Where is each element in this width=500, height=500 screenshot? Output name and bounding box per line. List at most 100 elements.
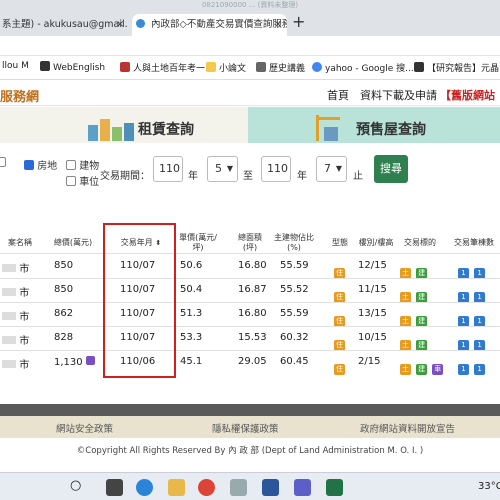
cell-unit-price: 50.6	[180, 260, 203, 271]
bookmark-icon	[256, 62, 266, 72]
to-year-input[interactable]: 110	[261, 156, 291, 182]
cell-total: 1,130	[54, 356, 95, 368]
rental-query-label: 租賃查詢	[138, 122, 194, 138]
close-icon[interactable]: ×	[274, 14, 282, 36]
cell-total: 862	[54, 308, 74, 319]
header-name[interactable]: 案名稱	[0, 238, 40, 248]
close-icon[interactable]: ×	[116, 14, 124, 36]
site-header: 服務網 首頁 資料下載及申請 【舊版網站	[0, 80, 500, 106]
bookmark-icon	[414, 62, 424, 72]
header-target: 交易標的	[404, 238, 436, 247]
cell-unit-price: 50.4	[180, 284, 203, 295]
file-explorer-icon[interactable]	[168, 479, 185, 496]
webenglish-icon	[40, 61, 50, 71]
presale-query-tab[interactable]: 預售屋查詢	[248, 107, 500, 143]
bookmark-icon	[120, 62, 130, 72]
header-type: 型態	[332, 238, 348, 247]
edge-icon[interactable]	[136, 479, 153, 496]
header-ratio[interactable]: 主建物佔比(%)	[274, 233, 314, 253]
app-icon[interactable]	[230, 479, 247, 496]
bookmark-item[interactable]: 人與土地百年考一...	[120, 61, 214, 74]
cell-ratio: 55.59	[280, 260, 309, 271]
table-row[interactable]: 市 1,130 110/06 45.1 29.05 60.45 住 2/15 土…	[0, 350, 500, 375]
checkbox-checked[interactable]	[24, 160, 34, 170]
count-badges: 1 1	[458, 284, 486, 303]
header-floor[interactable]: 樓別/樓高	[352, 238, 400, 248]
cell-floor: 10/15	[358, 332, 387, 343]
target-badges: 土 建	[400, 340, 428, 351]
end-label: 止	[353, 171, 363, 182]
site-brand[interactable]: 服務網	[0, 86, 39, 105]
residential-badge: 住	[334, 292, 345, 303]
type-option-land[interactable]: 房地	[24, 157, 57, 172]
from-year-input[interactable]: 110	[153, 156, 183, 182]
chevron-down-icon: ▼	[335, 164, 342, 173]
header-total[interactable]: 總價(萬元)	[48, 238, 98, 248]
checkbox-partial[interactable]	[0, 157, 6, 167]
cell-ratio: 60.32	[280, 332, 309, 343]
folder-icon	[206, 62, 216, 72]
weather-temp[interactable]: 33°C	[478, 481, 500, 492]
nav-home[interactable]: 首頁	[327, 87, 349, 103]
query-banner: 租賃查詢 預售屋查詢	[0, 107, 500, 143]
target-badges: 土 建	[400, 316, 428, 327]
table-row[interactable]: 市 862 110/07 51.3 16.80 55.59 住 13/15 土 …	[0, 302, 500, 327]
address-bar[interactable]	[0, 36, 500, 56]
cell-floor: 11/15	[358, 284, 387, 295]
bookmark-item[interactable]: 歷史講義	[256, 61, 305, 74]
tab-label: 內政部◇不動產交易實價查詢服務	[151, 19, 287, 30]
excel-icon[interactable]	[326, 479, 343, 496]
search-filters: 房地 建物 車位 交易期間： 110 年 5 ▼ 至 110 年 7 ▼ 止	[0, 150, 500, 190]
task-view-icon[interactable]	[106, 479, 123, 496]
from-month-select[interactable]: 5 ▼	[207, 156, 238, 182]
type-option-house[interactable]	[0, 157, 6, 169]
type-option-building[interactable]: 建物	[66, 157, 99, 172]
bookmark-item[interactable]: yahoo - Google 搜...	[312, 61, 414, 74]
bookmark-item[interactable]: 小論文	[206, 61, 246, 74]
bookmark-item[interactable]: WebEnglish	[40, 61, 105, 73]
year-unit: 年	[188, 171, 198, 182]
count-badges: 1 1	[458, 356, 486, 375]
bookmarks-bar: llou M WebEnglish 人與土地百年考一... 小論文 歷史講義 y…	[0, 56, 500, 80]
bookmark-item[interactable]: 【研究報告】元晶 (	[414, 61, 500, 74]
search-icon[interactable]: ○	[70, 478, 81, 493]
to-label: 至	[243, 171, 253, 182]
results-table: 案名稱 總價(萬元) 交易年月 ⬍ 單價(萬元/坪) 總面積(坪) 主建物佔比(…	[0, 210, 500, 375]
table-row[interactable]: 市 850 110/07 50.4 16.87 55.52 住 11/15 土 …	[0, 278, 500, 303]
search-button[interactable]: 搜尋	[374, 155, 408, 183]
checkbox[interactable]	[66, 176, 76, 186]
cell-floor: 2/15	[358, 356, 381, 367]
cell-total: 850	[54, 260, 74, 271]
cell-name: 市	[2, 308, 29, 323]
header-count: 交易筆棟數	[454, 238, 494, 247]
tab-active[interactable]: 內政部◇不動產交易實價查詢服務 ×	[132, 14, 287, 36]
footer-link-open-data[interactable]: 政府網站資料開放宣告	[360, 421, 455, 435]
header-unit-price[interactable]: 單價(萬元/坪)	[176, 233, 220, 253]
cell-total: 850	[54, 284, 74, 295]
word-icon[interactable]	[262, 479, 279, 496]
residential-badge: 住	[334, 316, 345, 327]
count-badges: 1 1	[458, 308, 486, 327]
cell-total: 828	[54, 332, 74, 343]
footer-links: 網站安全政策 隱私權保護政策 政府網站資料開放宣告	[0, 416, 500, 438]
cell-ratio: 55.52	[280, 284, 309, 295]
cell-area: 16.87	[238, 284, 267, 295]
rental-query-tab[interactable]: 租賃查詢	[0, 107, 248, 143]
checkbox[interactable]	[66, 160, 76, 170]
new-tab-icon[interactable]: +	[292, 12, 305, 31]
to-month-select[interactable]: 7 ▼	[316, 156, 347, 182]
footer-link-security[interactable]: 網站安全政策	[56, 421, 113, 435]
nav-old-site[interactable]: 【舊版網站	[440, 87, 495, 103]
footer-link-privacy[interactable]: 隱私權保護政策	[212, 421, 279, 435]
teams-icon[interactable]	[294, 479, 311, 496]
nav-download[interactable]: 資料下載及申請	[360, 87, 437, 103]
bookmark-item[interactable]: llou M	[2, 61, 29, 71]
type-option-parking[interactable]: 車位	[66, 173, 99, 188]
tab-gmail[interactable]: 系主題) - akukusau@gmail.co ×	[0, 14, 128, 36]
table-row[interactable]: 市 850 110/07 50.6 16.80 55.59 住 12/15 土 …	[0, 254, 500, 279]
table-row[interactable]: 市 828 110/07 53.3 15.53 60.32 住 10/15 土 …	[0, 326, 500, 351]
chrome-icon[interactable]	[198, 479, 215, 496]
site-favicon-icon	[136, 19, 145, 28]
cell-area: 16.80	[238, 308, 267, 319]
header-area[interactable]: 總面積(坪)	[232, 233, 268, 253]
